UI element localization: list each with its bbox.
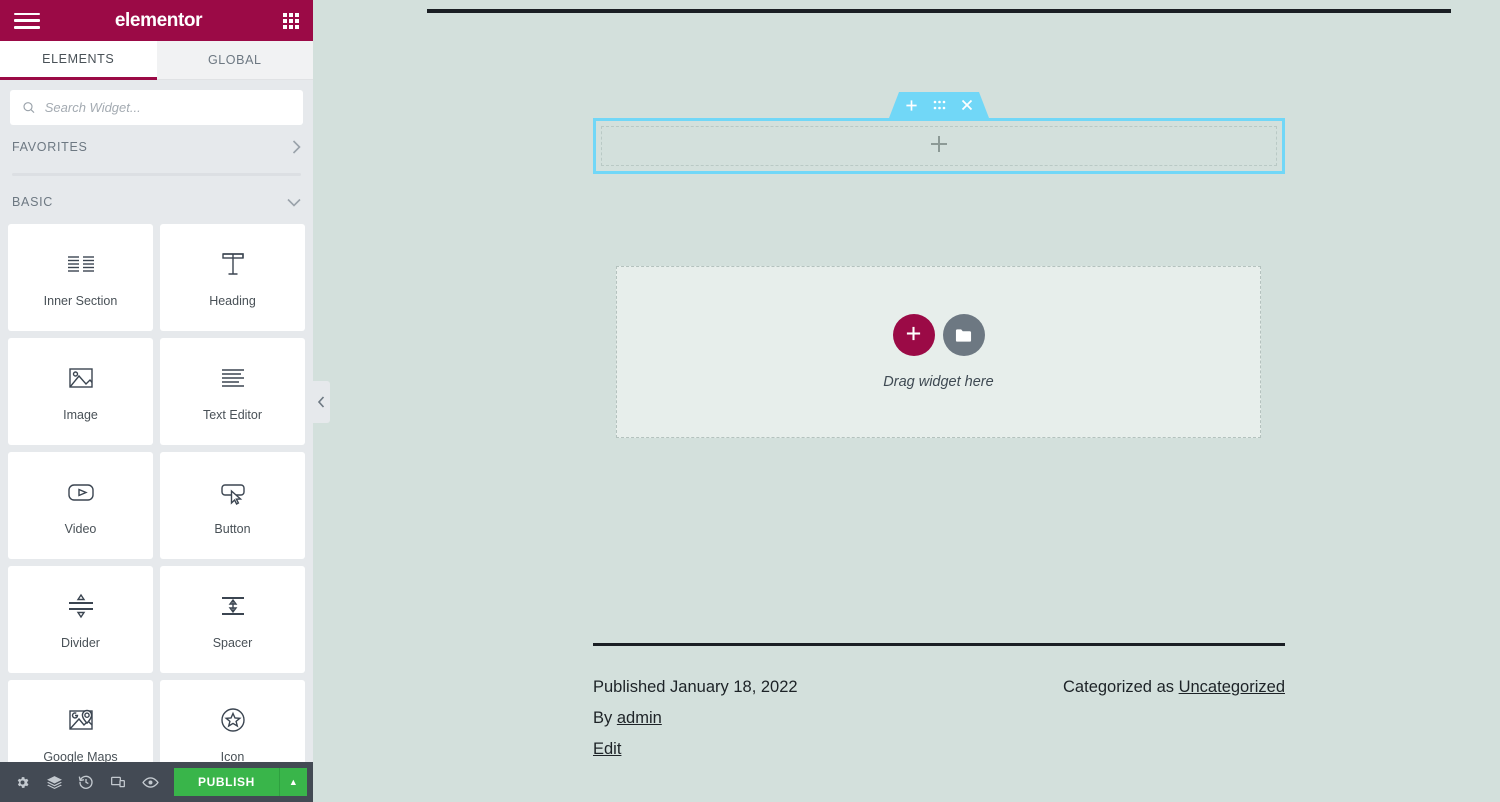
widget-video[interactable]: Video (8, 452, 153, 559)
widget-label: Video (64, 521, 97, 536)
plus-icon (931, 136, 947, 152)
section-drag-dots-icon[interactable] (933, 100, 946, 111)
button-cursor-icon (220, 483, 245, 505)
widget-label: Image (63, 407, 98, 422)
widget-dropzone[interactable]: Drag widget here (616, 266, 1261, 438)
text-t-icon (221, 252, 244, 275)
plus-icon (906, 326, 921, 341)
widget-label: Heading (209, 293, 256, 308)
map-pin-icon (68, 709, 93, 730)
by-prefix: By (593, 709, 613, 727)
post-meta-rule (593, 643, 1285, 646)
section-add-plus-icon[interactable] (905, 99, 918, 112)
play-button-icon (67, 483, 94, 501)
tab-global[interactable]: GLOBAL (156, 41, 313, 80)
spacer-icon (221, 596, 244, 615)
widget-label: Button (214, 521, 251, 536)
section-add-column-plus-icon[interactable] (929, 134, 949, 158)
section-close-icon[interactable] (961, 99, 973, 111)
widget-label: Google Maps (43, 749, 118, 763)
widget-divider[interactable]: Divider (8, 566, 153, 673)
layers-icon[interactable] (38, 762, 70, 802)
dropzone-buttons (892, 314, 985, 356)
category-favorites[interactable]: FAVORITES (0, 125, 313, 169)
drag-dots-icon (933, 100, 946, 109)
eye-icon-glyph (141, 776, 159, 788)
category-divider (12, 173, 301, 176)
section-controls-handle[interactable] (889, 92, 989, 118)
category-link[interactable]: Uncategorized (1179, 678, 1285, 696)
dropzone-add-button[interactable] (892, 314, 935, 356)
close-x-icon (961, 99, 973, 111)
post-meta: Published January 18, 2022 Categorized a… (593, 672, 1285, 765)
panel-collapse-chevron-left-icon[interactable] (313, 381, 330, 423)
publish-group: PUBLISH ▲ (174, 768, 307, 796)
widget-spacer[interactable]: Spacer (160, 566, 305, 673)
plus-icon (906, 99, 917, 111)
publish-button[interactable]: PUBLISH (174, 768, 279, 796)
widget-label: Text Editor (202, 407, 263, 422)
dropzone-template-library-button[interactable] (942, 314, 985, 356)
category-basic-label: BASIC (12, 195, 54, 209)
eye-icon[interactable] (134, 762, 166, 802)
panel-footer: PUBLISH ▲ (0, 762, 313, 802)
responsive-icon-glyph (111, 776, 125, 788)
layers-icon-glyph (46, 775, 62, 789)
columns-icon (67, 255, 94, 272)
panel-header: elementor (0, 0, 313, 41)
chevron-down-icon (287, 198, 301, 207)
page-top-rule (427, 9, 1451, 13)
widget-heading[interactable]: Heading (160, 224, 305, 331)
divider-icon (68, 593, 93, 618)
search-icon (23, 102, 35, 114)
published-date: Published January 18, 2022 (593, 678, 798, 696)
editor-canvas[interactable]: Drag widget here Published January 18, 2… (313, 0, 1500, 802)
chevron-left-icon (318, 396, 325, 408)
widget-inner-section[interactable]: Inner Section (8, 224, 153, 331)
elementor-panel: elementor ELEMENTS GLOBAL FAVORITES (0, 0, 313, 802)
author-line: By admin (593, 703, 1285, 734)
widget-label: Spacer (212, 635, 253, 650)
search-box[interactable] (10, 90, 303, 125)
widget-button[interactable]: Button (160, 452, 305, 559)
category-favorites-label: FAVORITES (12, 140, 88, 154)
apps-grid-icon[interactable] (283, 12, 299, 29)
category-line: Categorized as Uncategorized (1063, 672, 1285, 703)
widget-google-maps[interactable]: Google Maps (8, 680, 153, 762)
dropzone-label: Drag widget here (883, 374, 994, 390)
panel-tabs: ELEMENTS GLOBAL (0, 41, 313, 80)
widget-list-scroll[interactable]: FAVORITES BASIC Inner Section Heading Im… (0, 125, 313, 762)
chevron-right-icon (292, 140, 301, 154)
search-input[interactable] (44, 100, 291, 115)
image-icon (68, 367, 93, 388)
elementor-logo: elementor (114, 9, 203, 31)
tab-elements[interactable]: ELEMENTS (0, 41, 157, 80)
widget-label: Icon (220, 749, 245, 763)
responsive-devices-icon[interactable] (102, 762, 134, 802)
star-circle-icon (220, 707, 245, 732)
widget-label: Divider (61, 635, 100, 650)
widget-icon[interactable]: Icon (160, 680, 305, 762)
edit-link[interactable]: Edit (593, 740, 621, 758)
category-basic[interactable]: BASIC (0, 180, 313, 224)
widget-text-editor[interactable]: Text Editor (160, 338, 305, 445)
folder-icon (955, 328, 972, 342)
empty-section[interactable] (593, 118, 1285, 174)
post-meta-row-1: Published January 18, 2022 Categorized a… (593, 672, 1285, 703)
gear-icon-glyph (17, 776, 28, 788)
gear-icon[interactable] (6, 762, 38, 802)
history-clock-icon[interactable] (70, 762, 102, 802)
search-wrap (0, 80, 313, 125)
widget-image[interactable]: Image (8, 338, 153, 445)
widget-grid: Inner Section Heading Image Text Editor … (0, 224, 313, 762)
publish-options-caret-up-icon[interactable]: ▲ (278, 768, 307, 796)
paragraph-lines-icon (221, 368, 244, 387)
edit-line: Edit (593, 734, 1285, 765)
history-icon-glyph (78, 775, 93, 789)
author-link[interactable]: admin (617, 709, 662, 727)
category-prefix: Categorized as (1063, 678, 1174, 696)
widget-label: Inner Section (43, 293, 118, 308)
elementor-editor: elementor ELEMENTS GLOBAL FAVORITES (0, 0, 1500, 802)
